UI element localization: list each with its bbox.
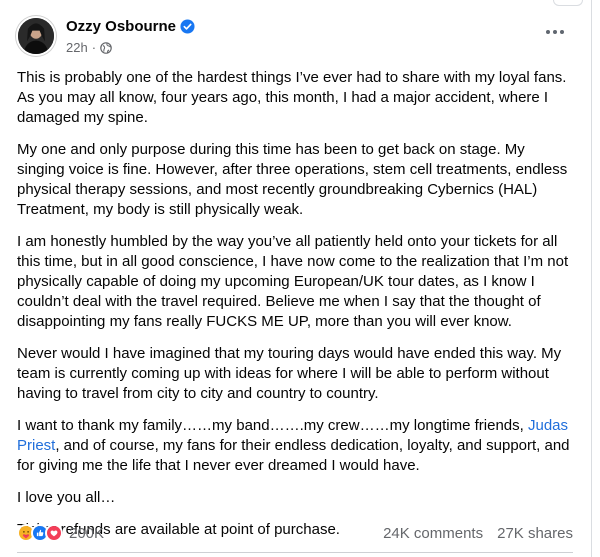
post-meta: 22h · bbox=[66, 40, 112, 55]
author-avatar[interactable] bbox=[16, 16, 56, 56]
shares-count[interactable]: 27K shares bbox=[497, 525, 573, 542]
post-paragraph: My one and only purpose during this time… bbox=[17, 141, 568, 218]
author-row: Ozzy Osbourne bbox=[66, 18, 195, 35]
thanks-text-start: I want to thank my family……my band…….my … bbox=[17, 417, 528, 434]
thanks-paragraph: I want to thank my family……my band…….my … bbox=[17, 416, 575, 476]
engagement-stats: 24K comments 27K shares bbox=[383, 525, 573, 542]
post-paragraph: I am honestly humbled by the way you’ve … bbox=[17, 233, 569, 330]
post-header: Ozzy Osbourne 22h · bbox=[16, 16, 575, 60]
comments-count[interactable]: 24K comments bbox=[383, 525, 483, 542]
post-timestamp[interactable]: 22h bbox=[66, 40, 88, 55]
meta-separator: · bbox=[91, 40, 97, 55]
adjacent-element-edge bbox=[553, 0, 583, 6]
love-icon bbox=[45, 524, 63, 542]
post-paragraph: This is probably one of the hardest thin… bbox=[17, 69, 567, 126]
globe-icon[interactable] bbox=[100, 41, 112, 54]
more-options-icon[interactable] bbox=[541, 22, 569, 42]
more-dot bbox=[553, 30, 557, 34]
footer-divider bbox=[17, 552, 573, 553]
more-dot bbox=[560, 30, 564, 34]
post-card: Ozzy Osbourne 22h · This is probably one… bbox=[0, 0, 592, 557]
more-dot bbox=[546, 30, 550, 34]
post-footer: 200K 24K comments 27K shares bbox=[17, 520, 573, 546]
reactions-summary[interactable]: 200K bbox=[17, 524, 104, 542]
thanks-text-end: , and of course, my fans for their endle… bbox=[17, 437, 570, 474]
author-name[interactable]: Ozzy Osbourne bbox=[66, 18, 176, 35]
post-body: This is probably one of the hardest thin… bbox=[17, 68, 575, 552]
top-edge bbox=[0, 0, 591, 8]
reaction-count: 200K bbox=[69, 524, 105, 542]
post-paragraph: Never would I have imagined that my tour… bbox=[17, 345, 562, 402]
love-paragraph: I love you all… bbox=[17, 489, 116, 506]
verified-badge-icon bbox=[180, 19, 195, 34]
avatar-image bbox=[18, 18, 54, 54]
